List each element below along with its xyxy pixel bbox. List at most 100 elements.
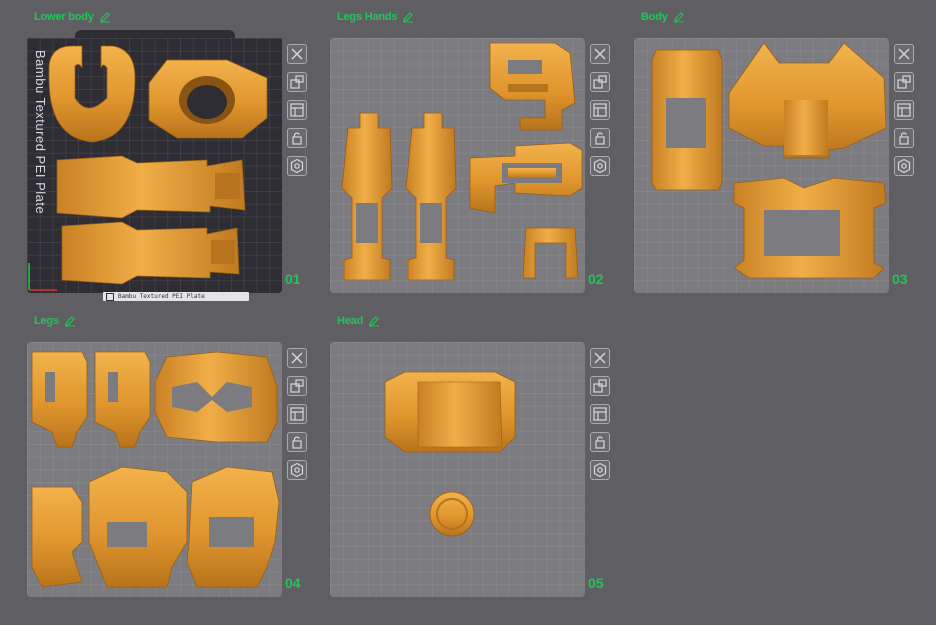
part-leg-1	[341, 112, 393, 281]
printed-parts	[384, 371, 516, 537]
close-button[interactable]	[287, 44, 307, 64]
plate-number: 05	[588, 575, 604, 591]
part-s-hook	[489, 42, 576, 131]
lock-button[interactable]	[590, 128, 610, 148]
plate-title[interactable]: Lower body	[34, 11, 111, 23]
settings-icon	[592, 158, 608, 174]
plate-number: 03	[892, 271, 908, 287]
plate-toolbar	[287, 44, 309, 176]
settings-button[interactable]	[590, 460, 610, 480]
printed-parts	[341, 42, 583, 281]
settings-button[interactable]	[894, 156, 914, 176]
plate-title[interactable]: Head	[337, 315, 380, 327]
part-leg-joint-1	[31, 351, 88, 448]
plate-toolbar	[590, 44, 612, 176]
part-torso	[728, 42, 887, 159]
part-foot-3	[186, 466, 280, 588]
auto-arrange-icon	[289, 378, 305, 394]
part-frame	[651, 49, 723, 191]
close-icon	[592, 350, 608, 366]
settings-icon	[289, 158, 305, 174]
part-leg-2	[405, 112, 457, 281]
part-foot-2	[88, 466, 188, 588]
close-button[interactable]	[590, 348, 610, 368]
plate-03: Body 03	[634, 0, 924, 310]
lock-icon	[289, 130, 305, 146]
plate-02: Legs Hands 02	[330, 0, 620, 310]
settings-icon	[289, 462, 305, 478]
layout-button[interactable]	[894, 100, 914, 120]
lock-icon	[289, 434, 305, 450]
part-torso-bottom	[733, 177, 887, 279]
plate-title-text: Legs	[34, 315, 59, 327]
close-button[interactable]	[590, 44, 610, 64]
build-plate[interactable]	[330, 342, 585, 597]
edit-pencil-icon[interactable]	[99, 11, 111, 23]
close-button[interactable]	[894, 44, 914, 64]
auto-arrange-button[interactable]	[287, 72, 307, 92]
close-button[interactable]	[287, 348, 307, 368]
edit-pencil-icon[interactable]	[64, 315, 76, 327]
auto-arrange-button[interactable]	[287, 376, 307, 396]
printed-parts	[31, 351, 280, 588]
lock-button[interactable]	[287, 128, 307, 148]
auto-arrange-button[interactable]	[590, 72, 610, 92]
axis-gizmo	[28, 263, 57, 291]
auto-arrange-button[interactable]	[894, 72, 914, 92]
auto-arrange-icon	[289, 74, 305, 90]
build-plate[interactable]	[27, 342, 282, 597]
layout-button[interactable]	[590, 100, 610, 120]
lock-button[interactable]	[894, 128, 914, 148]
part-ring	[148, 59, 268, 139]
edit-pencil-icon[interactable]	[402, 11, 414, 23]
plate-title-text: Legs Hands	[337, 11, 398, 23]
plate-01: Lower body Bambu Textured PEI Plate Bamb…	[27, 0, 317, 310]
printed-parts	[28, 45, 268, 291]
part-long-2	[61, 221, 240, 285]
part-head	[384, 371, 516, 453]
plate-title[interactable]: Legs	[34, 315, 76, 327]
layout-icon	[289, 102, 305, 118]
settings-button[interactable]	[287, 156, 307, 176]
layout-button[interactable]	[590, 404, 610, 424]
plate-title-text: Body	[641, 11, 668, 23]
lock-button[interactable]	[590, 432, 610, 452]
plate-number: 02	[588, 271, 604, 287]
part-long-1	[56, 155, 246, 219]
part-knee	[154, 351, 278, 443]
plate-title-text: Lower body	[34, 11, 94, 23]
build-plate[interactable]	[330, 38, 585, 293]
status-text: Bambu Textured PEI Plate	[118, 293, 205, 300]
part-head-cap	[429, 491, 475, 537]
plate-statusbar: Bambu Textured PEI Plate	[103, 292, 249, 301]
part-leg-joint-2	[94, 351, 151, 448]
layout-button[interactable]	[287, 100, 307, 120]
layout-button[interactable]	[287, 404, 307, 424]
auto-arrange-icon	[592, 378, 608, 394]
settings-button[interactable]	[590, 156, 610, 176]
close-icon	[896, 46, 912, 62]
part-horseshoe	[48, 45, 136, 143]
lock-icon	[896, 130, 912, 146]
close-icon	[289, 350, 305, 366]
lock-icon	[592, 434, 608, 450]
lock-icon	[592, 130, 608, 146]
auto-arrange-icon	[592, 74, 608, 90]
part-clip	[469, 142, 583, 214]
settings-button[interactable]	[287, 460, 307, 480]
plate-toolbar	[894, 44, 916, 176]
part-foot-1	[31, 486, 83, 588]
printed-parts	[651, 42, 887, 279]
close-icon	[592, 46, 608, 62]
plate-title[interactable]: Body	[641, 11, 685, 23]
lock-button[interactable]	[287, 432, 307, 452]
build-plate[interactable]	[634, 38, 889, 293]
settings-icon	[592, 462, 608, 478]
edit-pencil-icon[interactable]	[673, 11, 685, 23]
layout-icon	[289, 406, 305, 422]
auto-arrange-button[interactable]	[590, 376, 610, 396]
build-plate[interactable]: Bambu Textured PEI Plate	[27, 38, 282, 293]
settings-icon	[896, 158, 912, 174]
edit-pencil-icon[interactable]	[368, 315, 380, 327]
plate-title[interactable]: Legs Hands	[337, 11, 414, 23]
